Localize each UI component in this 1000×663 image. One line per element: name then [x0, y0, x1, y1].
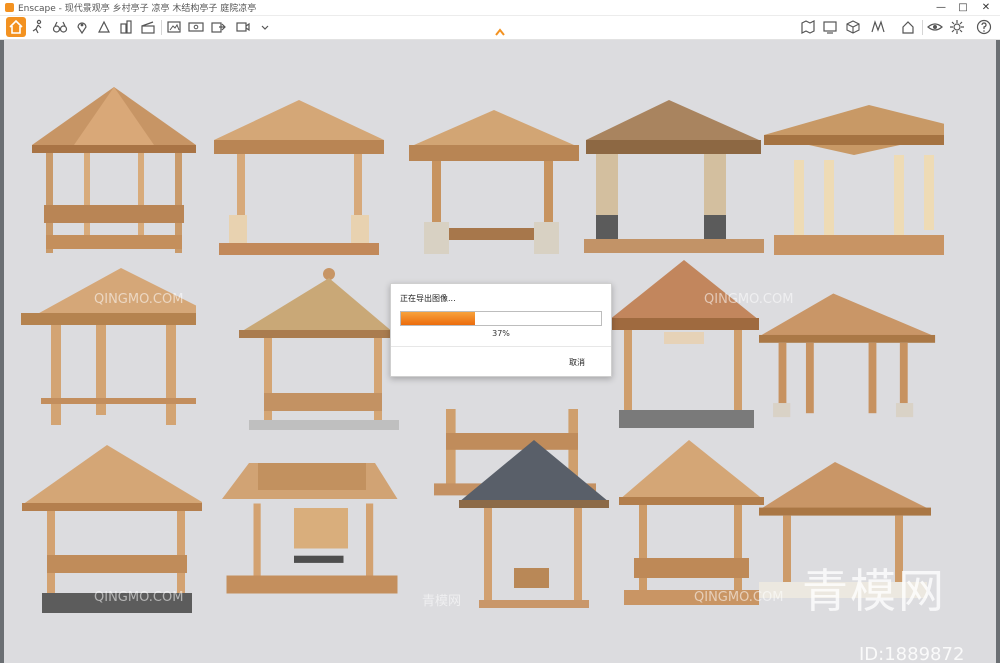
- screenshot-icon: [167, 21, 181, 33]
- walk-icon: [32, 19, 42, 34]
- settings-button[interactable]: [947, 17, 967, 37]
- pavilion-image: [222, 463, 398, 594]
- enscape-logo-icon: [5, 3, 14, 12]
- upload-button[interactable]: [94, 17, 114, 37]
- close-button[interactable]: ✕: [975, 0, 997, 15]
- toolbar-divider: [161, 20, 162, 35]
- watermark-brand: QINGMO.COM: [94, 590, 184, 605]
- title-bar: Enscape - 现代景观亭 乡村亭子 凉亭 木结构亭子 庭院凉亭 — □ ✕: [0, 0, 1000, 16]
- vr-button[interactable]: [868, 17, 888, 37]
- watermark-cn-small: 青模网: [422, 594, 462, 609]
- export-progress-dialog: 正在导出图像... 37% 取消: [390, 283, 612, 377]
- maximize-button[interactable]: □: [952, 0, 974, 15]
- export-icon: [211, 22, 226, 33]
- export-progress-percent: 37%: [492, 329, 510, 338]
- export-button[interactable]: [208, 17, 228, 37]
- walk-mode-button[interactable]: [28, 17, 48, 37]
- map-icon: [801, 20, 815, 34]
- pavilion-image: [459, 440, 609, 608]
- buildings-icon: [120, 20, 132, 34]
- screen-icon: [823, 21, 837, 34]
- video-dropdown-button[interactable]: [255, 17, 275, 37]
- fly-mode-button[interactable]: [50, 17, 70, 37]
- pavilion-image: [584, 100, 764, 253]
- pavilion-image: [764, 105, 944, 255]
- slate-icon: [141, 21, 155, 34]
- map-button[interactable]: [798, 17, 818, 37]
- window-title: Enscape - 现代景观亭 乡村亭子 凉亭 木结构亭子 庭院凉亭: [18, 4, 257, 14]
- dialog-divider: [391, 346, 611, 347]
- video-editor-button[interactable]: [233, 17, 253, 37]
- watermark-brand: QINGMO.COM: [94, 292, 184, 307]
- watermark-id: ID:1889872: [859, 644, 965, 663]
- help-icon: [976, 19, 992, 35]
- pavilion-image: [32, 87, 196, 253]
- watermark-brand: QINGMO.COM: [694, 590, 784, 605]
- pavilion-image: [214, 100, 384, 255]
- video-icon: [236, 22, 250, 32]
- vr-icon: [871, 20, 885, 33]
- views-button[interactable]: [72, 17, 92, 37]
- cancel-button[interactable]: 取消: [569, 357, 585, 368]
- slate-button[interactable]: [138, 17, 158, 37]
- cube-icon: [846, 20, 860, 34]
- settings-icon: [950, 20, 964, 34]
- map-pin-icon: [77, 22, 87, 35]
- panorama-button[interactable]: [186, 17, 206, 37]
- buildings-button[interactable]: [116, 17, 136, 37]
- pavilion-image: [409, 110, 579, 254]
- viewport-edge-right: [996, 40, 1000, 663]
- watermark-cn: 青模网: [802, 564, 946, 618]
- pavilion-image: [619, 440, 764, 605]
- screen-button[interactable]: [820, 17, 840, 37]
- binoculars-icon: [52, 21, 68, 33]
- minimize-button[interactable]: —: [930, 0, 952, 15]
- visual-settings-button[interactable]: [898, 17, 918, 37]
- screenshot-button[interactable]: [164, 17, 184, 37]
- upload-icon: [98, 20, 110, 33]
- chevron-down-icon: [261, 25, 269, 30]
- home-icon: [9, 19, 23, 34]
- home-button[interactable]: [6, 17, 26, 37]
- toolbar-divider: [922, 20, 923, 35]
- export-status-text: 正在导出图像...: [400, 294, 456, 303]
- pavilion-image: [239, 268, 399, 430]
- home-settings-icon: [902, 21, 914, 34]
- watermark-brand: QINGMO.COM: [704, 292, 794, 307]
- view-button[interactable]: [925, 17, 945, 37]
- export-progress-fill: [401, 312, 475, 325]
- help-button[interactable]: [974, 17, 994, 37]
- panorama-icon: [188, 22, 204, 32]
- eye-icon: [927, 23, 943, 31]
- export-progress-bar: [400, 311, 602, 326]
- collapse-toolbar-icon[interactable]: [494, 27, 506, 37]
- asset-library-button[interactable]: [843, 17, 863, 37]
